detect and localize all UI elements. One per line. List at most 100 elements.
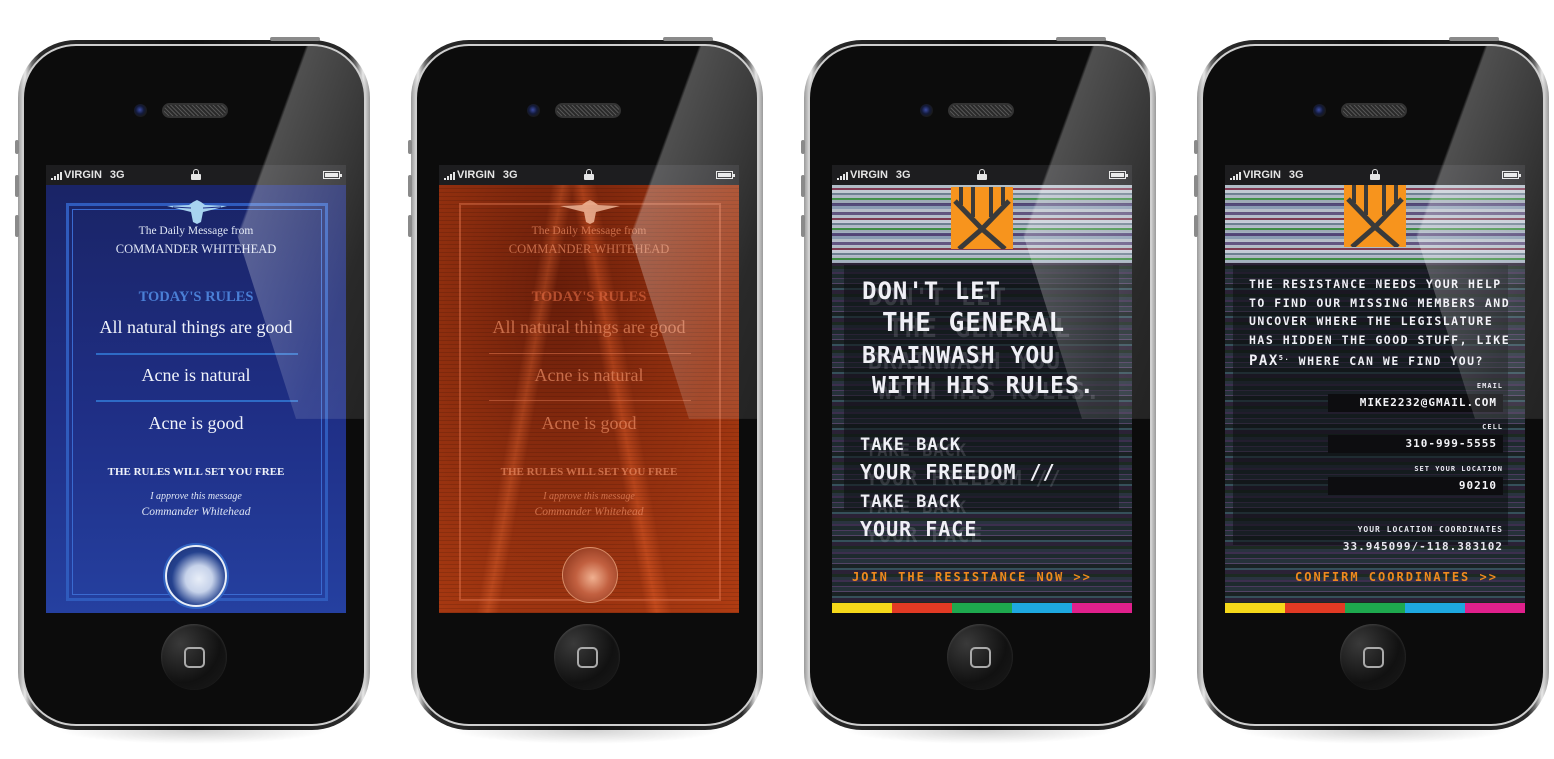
screen-resistance-form: VIRGIN 3G THE RESISTANCE NEEDS YOUR HELP…: [1225, 165, 1525, 613]
status-bar: VIRGIN 3G: [1225, 165, 1525, 185]
color-bar-segment: [1465, 603, 1525, 613]
power-button: [270, 37, 320, 41]
eagle-emblem-icon: [560, 200, 620, 224]
mute-switch: [15, 140, 19, 154]
network-type: 3G: [502, 169, 518, 181]
signal-icon: [837, 171, 848, 180]
join-resistance-button[interactable]: JOIN THE RESISTANCE NOW >>: [852, 570, 1092, 584]
location-label: SET YOUR LOCATION: [1414, 465, 1503, 473]
status-bar: VIRGIN 3G: [832, 165, 1132, 185]
volume-down-button: [801, 215, 805, 237]
email-field[interactable]: MIKE2232@GMAIL.COM: [1328, 394, 1503, 412]
lock-icon: [1370, 169, 1380, 180]
commander-portrait: [562, 547, 618, 603]
divider: [96, 400, 298, 402]
signal-icon: [444, 171, 455, 180]
signal-icon: [51, 171, 62, 180]
color-bar-segment: [1405, 603, 1465, 613]
lock-icon: [191, 169, 201, 180]
slogan: THE RULES WILL SET YOU FREE: [500, 466, 678, 478]
lock-icon: [584, 169, 594, 180]
rule-3: Acne is good: [148, 413, 244, 433]
coords-label: YOUR LOCATION COORDINATES: [1357, 525, 1503, 534]
color-bar-segment: [952, 603, 1012, 613]
network-type: 3G: [109, 169, 125, 181]
message-line: HAS HIDDEN THE GOOD STUFF, LIKE: [1249, 332, 1511, 347]
phone-bezel: VIRGIN 3G DON'T LET THE GENERAL BRAINWAS…: [808, 44, 1152, 726]
phone-3: VIRGIN 3G DON'T LET THE GENERAL BRAINWAS…: [801, 37, 1156, 744]
front-camera-icon: [1313, 104, 1326, 117]
volume-down-button: [408, 215, 412, 237]
home-square-icon: [183, 646, 205, 668]
rule-1: All natural things are good: [492, 317, 686, 337]
earpiece-speaker: [555, 103, 621, 118]
corrupted-background: The Daily Message from COMMANDER WHITEHE…: [439, 185, 739, 613]
cell-label: CELL: [1482, 423, 1503, 431]
battery-icon: [1109, 171, 1128, 179]
phone-1: VIRGIN 3G The Daily Message from COMMAND…: [15, 37, 370, 744]
signature: Commander Whitehead: [534, 506, 644, 518]
home-square-icon: [1362, 646, 1384, 668]
battery-icon: [1502, 171, 1521, 179]
front-camera-icon: [134, 104, 147, 117]
headline-line1: DON'T LET: [862, 277, 1002, 305]
color-bar-segment: [892, 603, 952, 613]
approval-text: I approve this message: [543, 491, 635, 502]
mute-switch: [408, 140, 412, 154]
message-frame: [459, 203, 721, 601]
headline-line4: WITH HIS RULES.: [872, 373, 1095, 399]
color-bar-segment: [1072, 603, 1132, 613]
header-line2: COMMANDER WHITEHEAD: [508, 242, 670, 256]
help-message: THE RESISTANCE NEEDS YOUR HELP TO FIND O…: [1249, 275, 1510, 370]
divider: [96, 353, 298, 355]
home-button[interactable]: [161, 624, 227, 690]
screen-resistance-hack: VIRGIN 3G DON'T LET THE GENERAL BRAINWAS…: [832, 165, 1132, 613]
signal-icon: [1230, 171, 1241, 180]
color-bar-segment: [1012, 603, 1072, 613]
subhead-line1: TAKE BACK: [860, 435, 962, 455]
carrier-name: VIRGIN: [64, 169, 102, 181]
status-bar: VIRGIN 3G: [46, 165, 346, 185]
battery-icon: [716, 171, 735, 179]
screen-official-message: VIRGIN 3G The Daily Message from COMMAND…: [46, 165, 346, 613]
header-line2: COMMANDER WHITEHEAD: [115, 242, 277, 256]
rule-3: Acne is good: [541, 413, 637, 433]
color-bar: [1225, 603, 1525, 613]
rules-title: TODAY'S RULES: [138, 289, 254, 305]
rule-2: Acne is natural: [141, 365, 251, 385]
header-line1: The Daily Message from: [531, 225, 647, 237]
pax-highlight: PAX: [1249, 352, 1279, 369]
phone-2: VIRGIN 3G The Daily Message from COMMAND…: [408, 37, 763, 744]
approval-text: I approve this message: [150, 491, 242, 502]
message-background: The Daily Message from COMMANDER WHITEHE…: [46, 185, 346, 613]
resistance-logo-icon: [1344, 185, 1406, 247]
home-square-icon: [576, 646, 598, 668]
earpiece-speaker: [948, 103, 1014, 118]
location-field[interactable]: 90210: [1328, 477, 1503, 495]
email-label: EMAIL: [1476, 382, 1503, 390]
subhead-line4: YOUR FACE: [860, 517, 978, 541]
home-button[interactable]: [1340, 624, 1406, 690]
rules-title: TODAY'S RULES: [531, 289, 647, 305]
network-type: 3G: [895, 169, 911, 181]
message-frame: [66, 203, 328, 601]
battery-icon: [323, 171, 342, 179]
footnote-marker: 5.: [1278, 354, 1291, 362]
confirm-coordinates-button[interactable]: CONFIRM COORDINATES >>: [1295, 570, 1498, 584]
phone-bezel: VIRGIN 3G The Daily Message from COMMAND…: [22, 44, 366, 726]
slogan: THE RULES WILL SET YOU FREE: [107, 466, 285, 478]
screen-corrupted-message: VIRGIN 3G The Daily Message from COMMAND…: [439, 165, 739, 613]
cell-field[interactable]: 310-999-5555: [1328, 435, 1503, 453]
phone-bezel: VIRGIN 3G THE RESISTANCE NEEDS YOUR HELP…: [1201, 44, 1545, 726]
color-bar-segment: [1285, 603, 1345, 613]
home-button[interactable]: [554, 624, 620, 690]
status-bar: VIRGIN 3G: [439, 165, 739, 185]
headline-line3: BRAINWASH YOU: [862, 343, 1056, 369]
power-button: [1449, 37, 1499, 41]
home-button[interactable]: [947, 624, 1013, 690]
network-type: 3G: [1288, 169, 1304, 181]
color-bar: [832, 603, 1132, 613]
volume-up-button: [1194, 175, 1198, 197]
color-bar-segment: [832, 603, 892, 613]
carrier-name: VIRGIN: [1243, 169, 1281, 181]
